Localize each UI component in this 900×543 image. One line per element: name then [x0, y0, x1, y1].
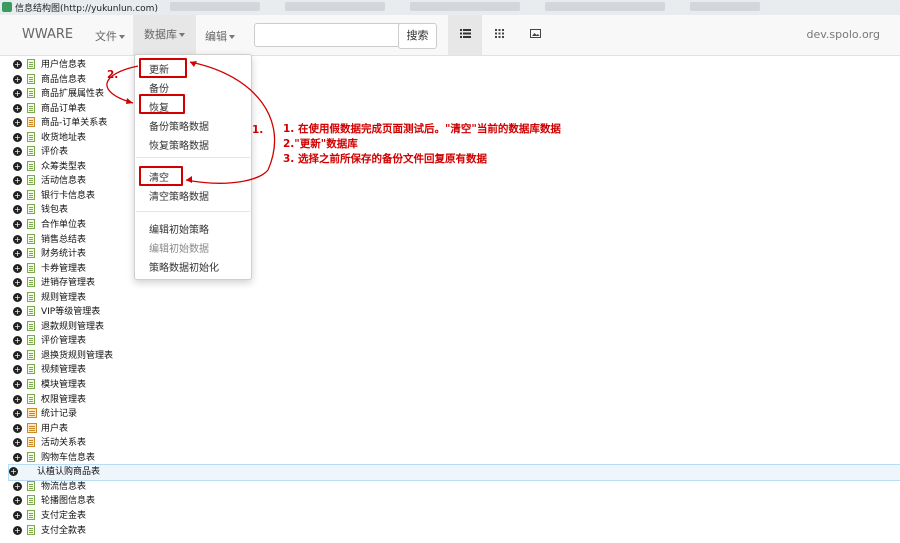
- annotation-line-1: 1. 在使用假数据完成页面测试后。"清空"当前的数据库数据: [283, 123, 561, 135]
- annotation-arrows: [106, 61, 276, 184]
- annotation-line-2: 2."更新"数据库: [283, 138, 358, 150]
- step2-marker: 2.: [107, 69, 119, 81]
- step1-marker: 1.: [252, 124, 264, 136]
- annotation-line-3: 3. 选择之前所保存的备份文件回复原有数据: [283, 153, 487, 165]
